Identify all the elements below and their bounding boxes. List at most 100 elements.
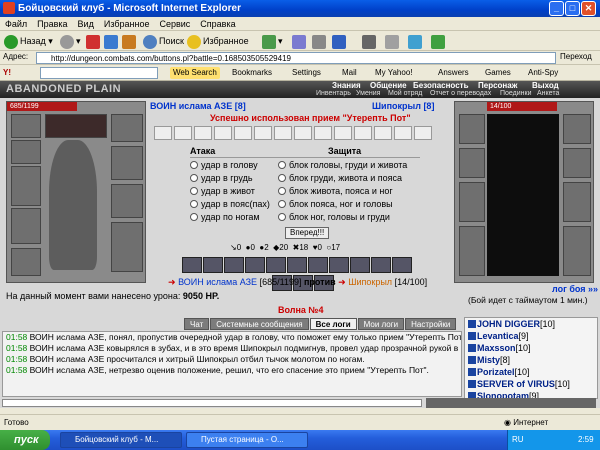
web-search-button[interactable]: Web Search [170,67,220,79]
menu-file[interactable]: Файл [0,17,32,31]
effect-icon[interactable] [308,257,328,273]
favorites-button[interactable]: Избранное [187,34,249,49]
boots-slot[interactable] [111,222,143,272]
enemy-weapon-slot[interactable] [459,148,485,178]
my-yahoo-link[interactable]: My Yahoo! [375,67,413,79]
nav-knowledge[interactable]: Знания [332,81,361,90]
battle-log-link[interactable]: лог боя »» [552,284,598,294]
radio-icon[interactable] [278,174,286,182]
weapon-slot[interactable] [11,166,41,206]
clock[interactable]: 2:59 [578,430,594,450]
trick-slot[interactable] [414,126,432,140]
print-button[interactable] [312,34,328,49]
menu-help[interactable]: Справка [195,17,240,31]
nav-fights[interactable]: Поединки [500,90,532,97]
attack-option[interactable]: удар в пояс(пах) [190,198,270,210]
menu-favorites[interactable]: Избранное [99,17,155,31]
trick-slot[interactable] [314,126,332,140]
toolbar-extra-1[interactable] [362,34,378,49]
effect-icon[interactable] [182,257,202,273]
shield-slot[interactable] [111,184,143,218]
list-item[interactable]: SERVER of VIRUS[10] [465,378,597,390]
trick-slot[interactable] [294,126,312,140]
refresh-button[interactable] [104,34,120,49]
enemy-helmet-slot[interactable] [459,114,485,144]
task-combats[interactable]: Бойцовский клуб - М... [60,432,182,448]
bookmarks-button[interactable]: Bookmarks [232,67,272,79]
tab-my-logs[interactable]: Мои логи [357,318,405,330]
defense-option[interactable]: блок головы, груди и живота [278,159,407,171]
chat-input[interactable] [2,399,422,407]
list-item[interactable]: JOHN DIGGER[10] [465,318,597,330]
radio-icon[interactable] [278,213,286,221]
home-button[interactable] [122,34,138,49]
trick-slot[interactable] [254,126,272,140]
tab-chat[interactable]: Чат [184,318,210,330]
toolbar-extra-2[interactable] [385,34,401,49]
gloves-slot[interactable] [111,146,143,180]
toolbar-extra-4[interactable] [431,34,447,49]
attack-option[interactable]: удар в грудь [190,172,253,184]
enemy-gloves-slot[interactable] [563,148,591,178]
go-button[interactable]: Переход [560,52,592,61]
settings-button[interactable]: Settings [292,67,321,79]
defense-option[interactable]: блок живота, пояса и ног [278,185,393,197]
radio-icon[interactable] [190,213,198,221]
radio-icon[interactable] [278,187,286,195]
enemy-armor-slot[interactable] [459,182,485,222]
mail-button[interactable] [292,34,308,49]
effect-icon[interactable] [287,257,307,273]
versus-player[interactable]: ВОИН ислама АЗЕ [178,277,257,287]
effect-icon[interactable] [329,257,349,273]
armor-slot[interactable] [11,208,41,244]
answers-link[interactable]: Answers [438,67,469,79]
belt-slot[interactable] [11,248,41,276]
nav-character[interactable]: Персонаж [478,81,517,90]
effect-icon[interactable] [203,257,223,273]
chat-buttons-bar[interactable] [426,398,596,408]
nav-communication[interactable]: Общение [370,81,407,90]
menu-tools[interactable]: Сервис [154,17,195,31]
amulet-slot[interactable] [11,140,41,164]
player-name-label[interactable]: ВОИН ислама АЗЕ [8] [150,101,246,111]
history-button[interactable]: ▾ [262,34,283,49]
edit-button[interactable] [332,34,348,49]
defense-option[interactable]: блок груди, живота и пояса [278,172,402,184]
trick-slot[interactable] [194,126,212,140]
enemy-avatar[interactable] [487,114,559,276]
attack-option[interactable]: удар в живот [190,185,255,197]
enemy-earrings-slot[interactable] [563,114,591,144]
radio-icon[interactable] [190,174,198,182]
nav-profile[interactable]: Анкета [537,90,559,97]
close-button[interactable]: ✕ [581,1,596,16]
list-item[interactable]: Misty[8] [465,354,597,366]
radio-icon[interactable] [278,161,286,169]
radio-icon[interactable] [278,200,286,208]
nav-skills[interactable]: Умения [356,90,380,97]
games-link[interactable]: Games [485,67,511,79]
rings-slot[interactable] [45,114,107,138]
yahoo-search-input[interactable] [40,67,158,79]
trick-slot[interactable] [154,126,172,140]
enemy-shield-slot[interactable] [563,182,591,222]
language-indicator[interactable]: RU [512,430,524,450]
earrings-slot[interactable] [111,114,143,142]
list-item[interactable]: Porizatel[10] [465,366,597,378]
start-button[interactable]: пуск [0,430,50,450]
trick-slot[interactable] [174,126,192,140]
task-blank-page[interactable]: Пустая страница - О... [186,432,308,448]
search-button[interactable]: Поиск [143,34,184,49]
versus-enemy[interactable]: Шипокрыл [348,277,392,287]
trick-slot[interactable] [334,126,352,140]
menu-view[interactable]: Вид [73,17,99,31]
helmet-slot[interactable] [11,114,41,138]
enemy-boots-slot[interactable] [563,226,591,276]
trick-slot[interactable] [234,126,252,140]
yahoo-logo[interactable]: Y! [3,67,11,79]
trick-slot[interactable] [354,126,372,140]
nav-transfer-report[interactable]: Отчет о переводах [430,90,491,97]
stop-button[interactable] [86,34,102,49]
tab-settings[interactable]: Настройки [405,318,457,330]
mail-link[interactable]: Mail [342,67,357,79]
effect-icon[interactable] [371,257,391,273]
